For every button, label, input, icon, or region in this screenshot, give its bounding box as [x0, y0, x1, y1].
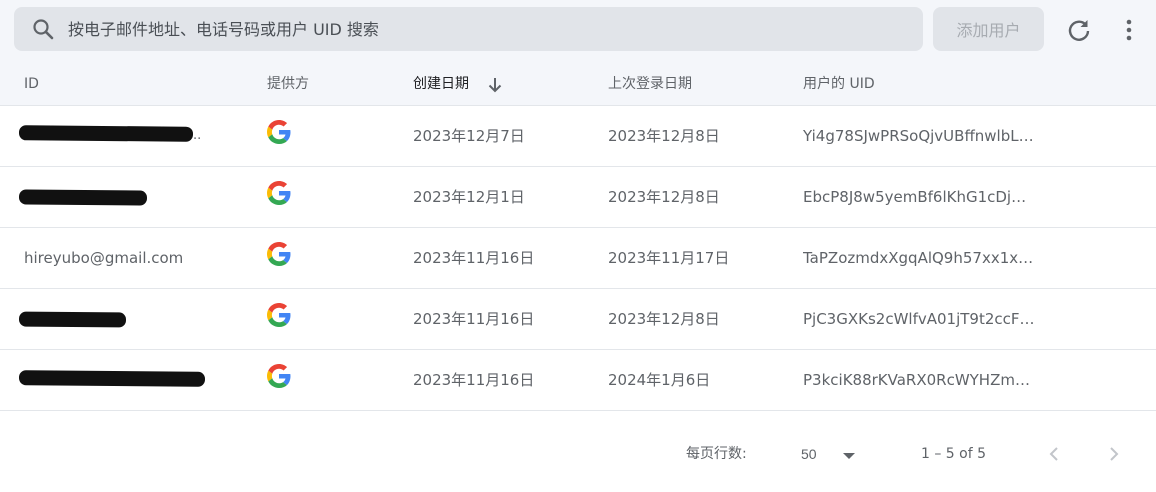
table-row[interactable]: 2023年11月16日 2024年1月6日 P3kciK88rKVaRX0RcW…: [0, 350, 1156, 411]
rows-per-page-select[interactable]: 50: [792, 436, 862, 472]
created-date: 2023年11月16日: [413, 371, 535, 389]
column-header-created[interactable]: 创建日期: [413, 64, 469, 105]
rows-per-page-label: 每页行数:: [686, 446, 747, 462]
column-header-provider[interactable]: 提供方: [267, 64, 309, 105]
redacted-id: [18, 189, 148, 206]
rows-per-page-value: 50: [801, 446, 817, 462]
chevron-right-icon: [1100, 447, 1128, 471]
previous-page-button[interactable]: [1040, 440, 1068, 468]
google-icon: [267, 364, 291, 388]
more-options-button[interactable]: [1116, 14, 1142, 46]
refresh-icon: [1063, 20, 1095, 49]
search-box[interactable]: [14, 7, 923, 51]
column-header-uid[interactable]: 用户的 UID: [803, 64, 875, 105]
user-uid: P3kciK88rKVaRX0RcWYHZmP…: [803, 371, 1039, 389]
created-date: 2023年11月16日: [413, 249, 535, 267]
redacted-id: [18, 125, 194, 142]
table-row[interactable]: .. 2023年12月7日 2023年12月8日 Yi4g78SJwPRSoQj…: [0, 106, 1156, 167]
more-vert-icon: [1116, 19, 1142, 49]
google-icon: [267, 303, 291, 327]
table-row[interactable]: 2023年11月16日 2023年12月8日 PjC3GXKs2cWlfvA01…: [0, 289, 1156, 350]
user-uid: Yi4g78SJwPRSoQjvUBffnwlbL…: [803, 127, 1034, 145]
google-icon: [267, 120, 291, 144]
table-header: ID 提供方 创建日期 上次登录日期 用户的 UID: [0, 64, 1156, 106]
refresh-button[interactable]: [1063, 14, 1095, 46]
user-email: hireyubo@gmail.com: [24, 249, 184, 267]
column-header-id[interactable]: ID: [24, 64, 39, 105]
column-header-last-login[interactable]: 上次登录日期: [608, 64, 692, 105]
last-login-date: 2023年12月8日: [608, 188, 720, 206]
pagination-range: 1 – 5 of 5: [921, 446, 987, 462]
user-uid: EbcP8J8w5yemBf6lKhG1cDj…: [803, 188, 1027, 206]
google-icon: [267, 242, 291, 266]
last-login-date: 2023年12月8日: [608, 127, 720, 145]
add-user-button[interactable]: 添加用户: [933, 7, 1044, 51]
redacted-id: [18, 311, 127, 328]
user-uid: PjC3GXKs2cWlfvA01jT9t2ccF…: [803, 310, 1035, 328]
created-date: 2023年11月16日: [413, 310, 535, 328]
created-date: 2023年12月7日: [413, 127, 525, 145]
user-uid: TaPZozmdxXgqAlQ9h57xx1xQ…: [803, 249, 1039, 267]
chevron-left-icon: [1040, 447, 1068, 471]
created-date: 2023年12月1日: [413, 188, 525, 206]
table-row[interactable]: hireyubo@gmail.com 2023年11月16日 2023年11月1…: [0, 228, 1156, 289]
next-page-button[interactable]: [1100, 440, 1128, 468]
toolbar: 添加用户: [0, 0, 1156, 64]
last-login-date: 2024年1月6日: [608, 371, 711, 389]
redaction-ellipsis: ..: [193, 128, 202, 143]
table-row[interactable]: 2023年12月1日 2023年12月8日 EbcP8J8w5yemBf6lKh…: [0, 167, 1156, 228]
search-icon: [31, 17, 55, 41]
redacted-id: [18, 370, 206, 387]
search-input[interactable]: [68, 7, 898, 51]
arrow-down-icon[interactable]: [486, 76, 504, 94]
google-icon: [267, 181, 291, 205]
last-login-date: 2023年12月8日: [608, 310, 720, 328]
last-login-date: 2023年11月17日: [608, 249, 730, 267]
dropdown-arrow-icon: [842, 449, 856, 459]
